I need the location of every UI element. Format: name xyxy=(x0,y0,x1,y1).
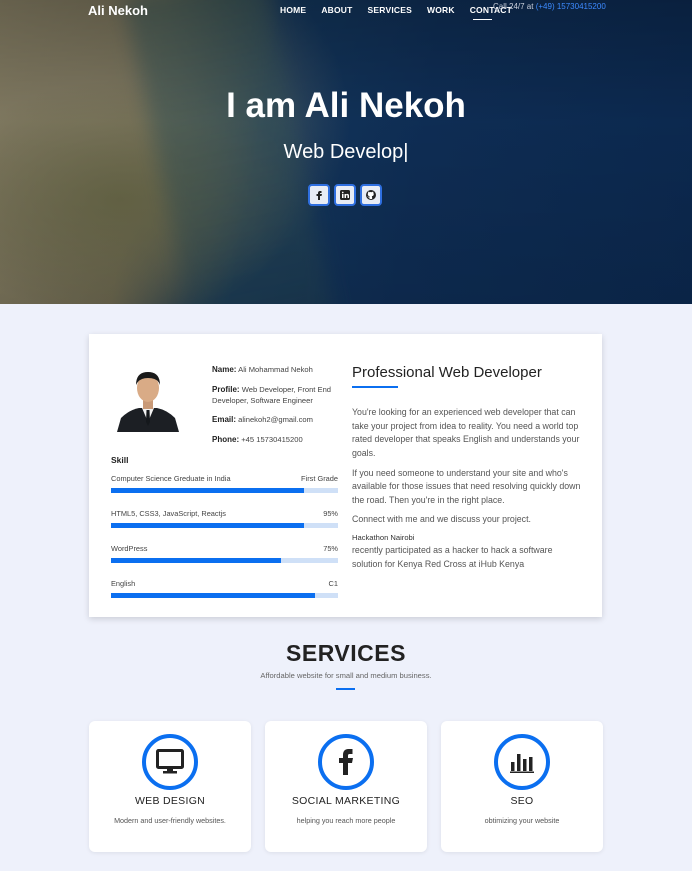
phone-value: +45 15730415200 xyxy=(241,434,303,444)
skill-progress-fill xyxy=(111,558,282,563)
heading-underline xyxy=(352,386,398,388)
service-card-web-design[interactable]: WEB DESIGN Modern and user-friendly webs… xyxy=(89,721,251,852)
skill-item: English C1 xyxy=(111,579,338,598)
facebook-icon xyxy=(339,749,353,775)
skill-progress-fill xyxy=(111,523,304,528)
about-paragraph-3: Connect with me and we discuss your proj… xyxy=(352,514,531,525)
brand-logo[interactable]: Ali Nekoh xyxy=(88,3,148,18)
skill-progress-fill xyxy=(111,593,316,598)
about-description: Professional Web Developer You're lookin… xyxy=(352,364,582,577)
skill-progress-bar xyxy=(111,558,338,563)
hero-typed-subtitle: Web Develop| xyxy=(283,141,409,163)
skill-progress-fill xyxy=(111,488,304,493)
services-underline xyxy=(336,688,355,690)
skill-progress-bar xyxy=(111,488,338,493)
services-subtitle: Affordable website for small and medium … xyxy=(260,671,432,680)
skill-progress-bar xyxy=(111,523,338,528)
github-link[interactable] xyxy=(360,184,382,206)
personal-info: Name: Ali Mohammad Nekoh Profile: Web De… xyxy=(212,364,342,453)
monitor-icon xyxy=(156,749,184,774)
call-info: Call 24/7 at (+49) 15730415200 xyxy=(493,2,606,11)
info-row-phone: Phone: +45 15730415200 xyxy=(212,434,342,446)
social-links xyxy=(308,184,382,206)
name-label: Name: xyxy=(212,365,237,374)
skill-value: C1 xyxy=(328,579,338,588)
facebook-link[interactable] xyxy=(308,184,330,206)
call-prefix: Call 24/7 at xyxy=(493,2,534,11)
main-nav: HOME ABOUT SERVICES WORK CONTACT xyxy=(280,5,527,20)
name-value: Ali Mohammad Nekoh xyxy=(238,365,313,374)
github-icon xyxy=(366,190,376,200)
bar-chart-icon xyxy=(510,754,534,773)
nav-item-work[interactable]: WORK xyxy=(427,5,455,15)
nav-item-services[interactable]: SERVICES xyxy=(368,5,412,15)
hackathon-text: recently participated as a hacker to hac… xyxy=(352,545,553,569)
about-paragraph-2: If you need someone to understand your s… xyxy=(352,467,581,505)
hero-section: Ali Nekoh HOME ABOUT SERVICES WORK CONTA… xyxy=(0,0,692,304)
service-desc: obtimizing your website xyxy=(484,816,560,825)
about-heading: Professional Web Developer xyxy=(352,364,542,381)
service-icon-circle xyxy=(318,734,374,790)
service-desc: helping you reach more people xyxy=(296,816,396,825)
service-card-seo[interactable]: SEO obtimizing your website xyxy=(441,721,603,852)
skill-item: Computer Science Greduate in India First … xyxy=(111,474,338,493)
service-name: WEB DESIGN xyxy=(134,795,206,807)
skill-value: 75% xyxy=(323,544,338,553)
phone-label: Phone: xyxy=(212,434,240,444)
skill-item: WordPress 75% xyxy=(111,544,338,563)
skill-label: Computer Science Greduate in India xyxy=(111,474,231,483)
skill-list: Computer Science Greduate in India First … xyxy=(111,474,338,614)
skill-heading: Skill xyxy=(111,455,129,465)
services-title: SERVICES xyxy=(286,640,406,666)
skill-progress-bar xyxy=(111,593,338,598)
skill-label: WordPress xyxy=(111,544,148,553)
service-name: SEO xyxy=(510,795,534,807)
skill-value: First Grade xyxy=(301,474,338,483)
about-paragraph-1: You're looking for an experienced web de… xyxy=(352,407,580,458)
email-label: Email: xyxy=(212,415,237,425)
facebook-icon xyxy=(316,191,322,200)
info-row-profile: Profile: Web Developer, Front End Develo… xyxy=(212,384,342,407)
service-icon-circle xyxy=(142,734,198,790)
nav-item-home[interactable]: HOME xyxy=(280,5,306,15)
call-phone-link[interactable]: (+49) 15730415200 xyxy=(536,2,606,11)
nav-item-about[interactable]: ABOUT xyxy=(321,5,352,15)
service-icon-circle xyxy=(494,734,550,790)
profile-label: Profile: xyxy=(212,384,240,394)
about-card: Name: Ali Mohammad Nekoh Profile: Web De… xyxy=(89,334,602,617)
skill-value: 95% xyxy=(323,509,338,518)
skill-label: English xyxy=(111,579,136,588)
linkedin-link[interactable] xyxy=(334,184,356,206)
hackathon-title: Hackathon Nairobi xyxy=(352,533,415,542)
skill-item: HTML5, CSS3, JavaScript, Reactjs 95% xyxy=(111,509,338,528)
info-row-email: Email: alinekoh2@gmail.com xyxy=(212,414,342,426)
skill-label: HTML5, CSS3, JavaScript, Reactjs xyxy=(111,509,227,518)
service-card-social-marketing[interactable]: SOCIAL MARKETING helping you reach more … xyxy=(265,721,427,852)
hero-title: I am Ali Nekoh xyxy=(226,86,466,125)
linkedin-icon xyxy=(340,190,350,200)
email-value[interactable]: alinekoh2@gmail.com xyxy=(238,415,313,424)
service-name: SOCIAL MARKETING xyxy=(291,795,401,807)
profile-photo xyxy=(115,366,181,432)
info-row-name: Name: Ali Mohammad Nekoh xyxy=(212,364,342,376)
service-desc: Modern and user-friendly websites. xyxy=(114,816,226,825)
